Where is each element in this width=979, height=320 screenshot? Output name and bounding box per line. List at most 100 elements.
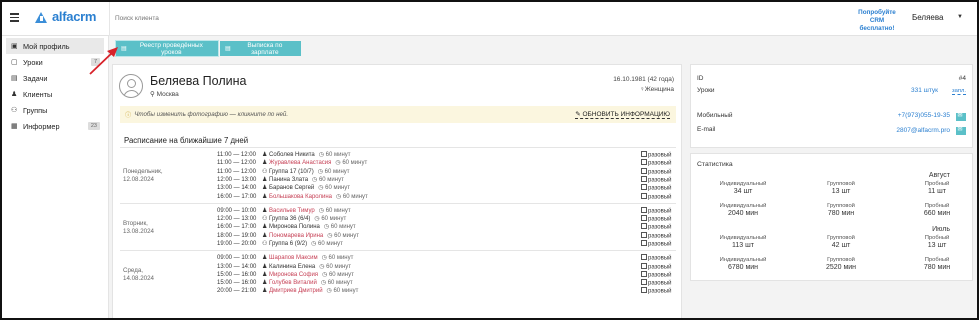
sidebar-item[interactable]: ⚇ Группы [6, 102, 104, 118]
stat-cell: Групповой 13 шт [811, 181, 871, 195]
logo[interactable]: alfacrm [35, 9, 96, 24]
lesson-duration-text: 60 минут [324, 168, 350, 175]
lesson-row[interactable]: 12:00 — 13:00 ⚇ Группа 36 (6/4) ◷ 60 минут… [217, 215, 673, 223]
lesson-participant[interactable]: Большакова Каролина [269, 194, 332, 200]
one-time-checkbox[interactable]: разовый [641, 184, 671, 192]
lesson-row[interactable]: 11:00 — 12:00 ♟ Соболев Никита ◷ 60 минут р… [217, 151, 673, 159]
id-label: ID [697, 75, 704, 82]
lesson-row[interactable]: 16:00 — 17:00 ♟ Миронова Полина ◷ 60 минут… [217, 223, 673, 231]
lesson-row[interactable]: 11:00 — 12:00 ♟ Журавлева Анастасия ◷ 60 м… [217, 159, 673, 167]
message-icon[interactable] [956, 112, 966, 121]
lesson-row[interactable]: 13:00 — 14:00 ♟ Калинина Елена ◷ 60 минут р… [217, 263, 673, 271]
salary-statement-button[interactable]: ▤ Выписка по зарплате [220, 41, 301, 56]
salary-statement-label: Выписка по зарплате [247, 41, 283, 56]
clock-icon: ◷ [317, 168, 325, 175]
lesson-participant[interactable]: Журавлева Анастасия [269, 160, 331, 166]
lesson-duration: ◷ 60 минут [319, 152, 351, 158]
lessons-plan-link[interactable]: запл. [951, 88, 966, 95]
update-info-link[interactable]: ✎ ОБНОВИТЬ ИНФОРМАЦИЮ [575, 110, 670, 119]
lesson-participant[interactable]: Дмитриев Дмитрий [269, 288, 323, 294]
one-time-checkbox[interactable]: разовый [641, 193, 671, 200]
one-time-checkbox[interactable]: разовый [641, 232, 671, 239]
mobile-label: Мобильный [697, 112, 733, 119]
email-value[interactable]: 2807@alfacrm.pro [896, 127, 950, 134]
lesson-duration-text: 60 минут [327, 280, 353, 287]
lesson-participant[interactable]: Группа 17 (10/7) [269, 169, 314, 175]
one-time-checkbox[interactable]: разовый [641, 151, 671, 159]
free-trial-link[interactable]: Попробуйте CRM бесплатно! [852, 9, 902, 33]
lesson-row[interactable]: 11:00 — 12:00 ⚇ Группа 17 (10/7) ◷ 60 мину… [217, 168, 673, 176]
lesson-participant[interactable]: Голубев Виталий [269, 280, 317, 286]
stat-label: Пробный [924, 203, 950, 209]
lesson-participant[interactable]: Группа 36 (6/4) [269, 216, 310, 222]
one-time-checkbox[interactable]: разовый [641, 240, 671, 247]
lessons-count-link[interactable]: 331 штук [911, 87, 938, 94]
lessons-registry-button[interactable]: ▤ Реестр проведённых уроков [115, 40, 219, 57]
one-time-checkbox[interactable]: разовый [641, 279, 671, 287]
lesson-duration-text: 60 минут [328, 271, 354, 278]
lesson-row[interactable]: 09:00 — 10:00 ♟ Васильев Тимур ◷ 60 минут р… [217, 207, 673, 215]
lesson-duration: ◷ 60 минут [322, 255, 354, 261]
clock-icon: ◷ [336, 193, 343, 200]
lesson-participant[interactable]: Миронова София [269, 272, 318, 278]
lesson-row[interactable]: 16:00 — 17:00 ♟ Большакова Каролина ◷ 60 м… [217, 193, 673, 201]
lesson-participant[interactable]: Пономарева Ирина [269, 233, 323, 239]
one-time-checkbox[interactable]: разовый [641, 176, 671, 183]
stat-value: 34 шт [733, 188, 753, 195]
stat-label: Пробный [924, 181, 950, 187]
mail-icon[interactable] [956, 126, 966, 135]
lesson-time: 09:00 — 10:00 [217, 255, 257, 262]
lesson-row[interactable]: 19:00 — 20:00 ⚇ Группа 6 (9/2) ◷ 60 минут р… [217, 240, 673, 248]
one-time-checkbox[interactable]: разовый [641, 159, 671, 167]
id-value: #4 [958, 75, 966, 82]
lesson-participant[interactable]: Соболев Никита [269, 152, 315, 158]
weekday-text: Среда, [123, 267, 143, 275]
person-icon: ♟ [262, 152, 270, 158]
user-menu[interactable]: Беляева [912, 13, 944, 22]
update-info-label: ОБНОВИТЬ ИНФОРМАЦИЮ [582, 111, 670, 118]
lesson-row[interactable]: 15:00 — 16:00 ♟ Голубев Виталий ◷ 60 минут… [217, 279, 673, 287]
mobile-value[interactable]: +7(973)055-19-35 [898, 112, 950, 119]
groups-icon: ⚇ [11, 107, 18, 114]
schedule-title: Расписание на ближайшие 7 дней [124, 136, 249, 145]
lesson-participant[interactable]: Группа 6 (9/2) [269, 241, 307, 247]
lesson-participant[interactable]: Калинина Елена [269, 264, 315, 270]
sidebar-item[interactable]: ♟ Клиенты [6, 86, 104, 102]
person-icon: ♟ [262, 185, 270, 192]
lesson-row[interactable]: 20:00 — 21:00 ♟ Дмитриев Дмитрий ◷ 60 мину… [217, 287, 673, 295]
stat-label: Групповой [827, 181, 855, 187]
stat-cell: Групповой 780 мин [811, 203, 871, 217]
lesson-row[interactable]: 09:00 — 10:00 ♟ Шарапов Максим ◷ 60 минут р… [217, 254, 673, 262]
lesson-row[interactable]: 13:00 — 14:00 ♟ Баранов Сергей ◷ 60 минут р… [217, 184, 673, 192]
one-time-checkbox[interactable]: разовый [641, 254, 671, 262]
caret-down-icon[interactable]: ▼ [957, 14, 963, 20]
count-badge: 23 [87, 122, 100, 130]
location-pin-icon: ⚲ [150, 91, 155, 98]
lesson-time: 18:00 — 19:00 [217, 232, 257, 239]
one-time-checkbox[interactable]: разовый [641, 263, 671, 270]
lesson-row[interactable]: 12:00 — 13:00 ♟ Панина Злата ◷ 60 минут раз… [217, 176, 673, 184]
menu-icon[interactable] [10, 13, 19, 24]
one-time-checkbox[interactable]: разовый [641, 223, 671, 231]
lesson-row[interactable]: 15:00 — 16:00 ♟ Миронова София ◷ 60 минут р… [217, 271, 673, 279]
lesson-participant[interactable]: Миронова Полина [269, 224, 320, 230]
person-icon: ♟ [262, 263, 270, 270]
one-time-checkbox[interactable]: разовый [641, 271, 671, 278]
one-time-checkbox[interactable]: разовый [641, 215, 671, 223]
header-divider [109, 2, 110, 36]
person-icon: ♟ [262, 224, 270, 231]
lesson-row[interactable]: 18:00 — 19:00 ♟ Пономарева Ирина ◷ 60 мину… [217, 232, 673, 240]
sidebar-item[interactable]: ▦ Информер 23 [6, 118, 104, 134]
one-time-checkbox[interactable]: разовый [641, 207, 671, 214]
one-time-checkbox[interactable]: разовый [641, 168, 671, 175]
lesson-participant[interactable]: Панина Злата [269, 177, 308, 183]
lesson-participant[interactable]: Шарапов Максим [269, 255, 318, 261]
one-time-checkbox[interactable]: разовый [641, 287, 671, 295]
avatar[interactable] [119, 74, 143, 98]
client-search-input[interactable] [115, 11, 515, 25]
lesson-participant[interactable]: Васильев Тимур [269, 208, 315, 214]
lesson-participant[interactable]: Баранов Сергей [269, 185, 314, 191]
profile-city-text: Москва [156, 91, 179, 98]
lesson-duration-text: 60 минут [334, 232, 360, 239]
stat-label: Индивидуальный [719, 235, 767, 241]
